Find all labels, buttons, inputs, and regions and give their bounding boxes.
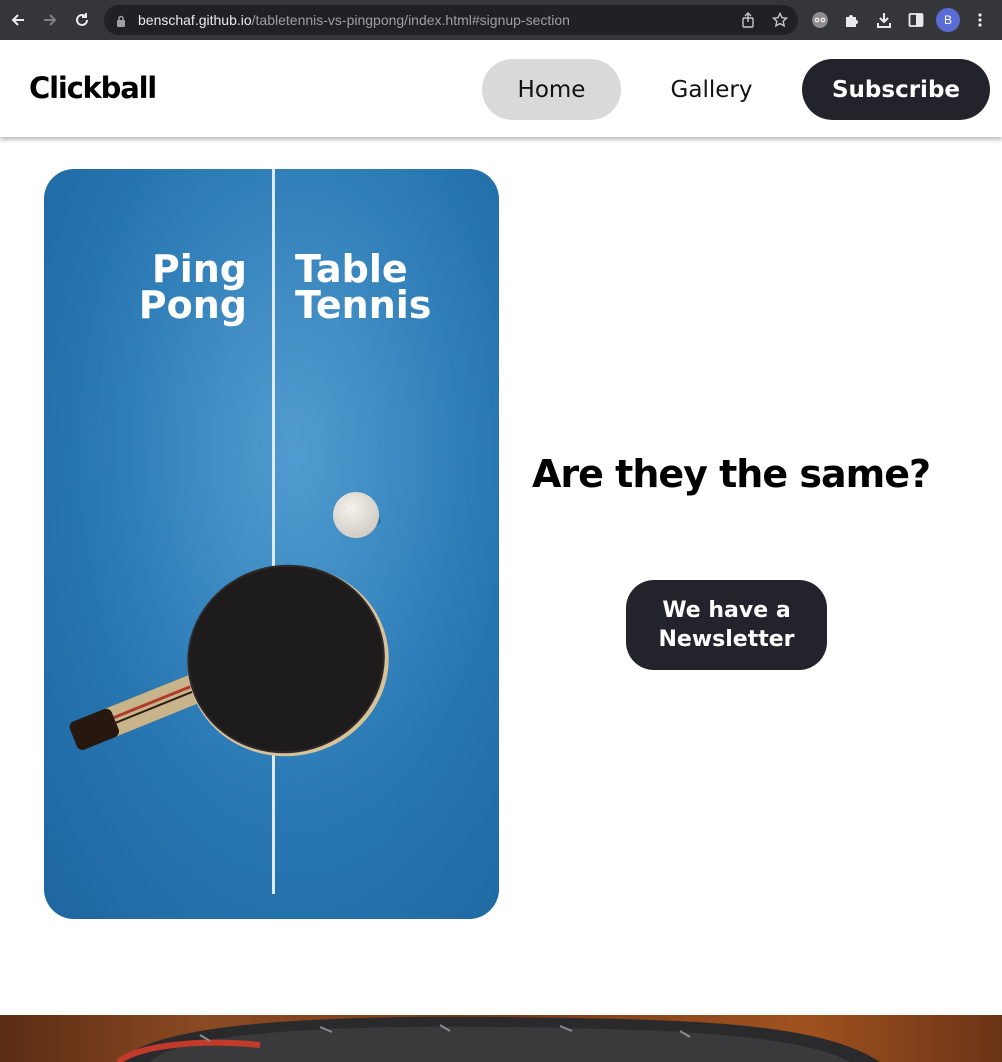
card-label-pong: Pong — [138, 283, 247, 327]
reload-icon[interactable] — [70, 8, 94, 32]
url-host: benschaf.github.io — [138, 12, 252, 28]
share-icon[interactable] — [738, 10, 758, 30]
card-label-tennis: Tennis — [295, 283, 432, 327]
card-label-ping-pong: Ping Pong — [87, 247, 247, 327]
download-icon[interactable] — [872, 8, 896, 32]
nav-subscribe-button[interactable]: Subscribe — [802, 59, 990, 120]
url-text: benschaf.github.io/tabletennis-vs-pingpo… — [138, 11, 570, 29]
forward-icon[interactable] — [38, 8, 62, 32]
nav-home-link[interactable]: Home — [482, 59, 621, 120]
browser-toolbar: benschaf.github.io/tabletennis-vs-pingpo… — [0, 0, 1002, 40]
nav-gallery-link[interactable]: Gallery — [642, 59, 781, 120]
puzzle-icon[interactable] — [840, 8, 864, 32]
site-logo[interactable]: Clickball — [29, 71, 157, 105]
next-section-photo — [0, 1015, 1002, 1062]
sidebar-icon[interactable] — [904, 8, 928, 32]
card-label-ping: Ping — [151, 247, 247, 291]
hero-image-card: Ping Pong Table Tennis — [44, 169, 499, 919]
extension-mask-icon[interactable] — [808, 8, 832, 32]
address-bar[interactable]: benschaf.github.io/tabletennis-vs-pingpo… — [104, 5, 798, 35]
card-label-table-tennis: Table Tennis — [295, 247, 475, 327]
lock-icon[interactable] — [116, 13, 126, 32]
hero-title: Are they the same? — [532, 452, 931, 496]
profile-avatar[interactable]: B — [936, 8, 960, 32]
menu-dots-icon[interactable] — [968, 8, 992, 32]
card-label-table: Table — [295, 247, 408, 291]
url-path: /tabletennis-vs-pingpong/index.html#sign… — [251, 12, 570, 28]
newsletter-button[interactable]: We have a Newsletter — [626, 580, 827, 670]
star-icon[interactable] — [770, 10, 790, 30]
paddle-closeup-photo — [116, 1016, 880, 1062]
back-icon[interactable] — [6, 8, 30, 32]
site-header: Clickball Home Gallery Subscribe — [0, 40, 1002, 137]
